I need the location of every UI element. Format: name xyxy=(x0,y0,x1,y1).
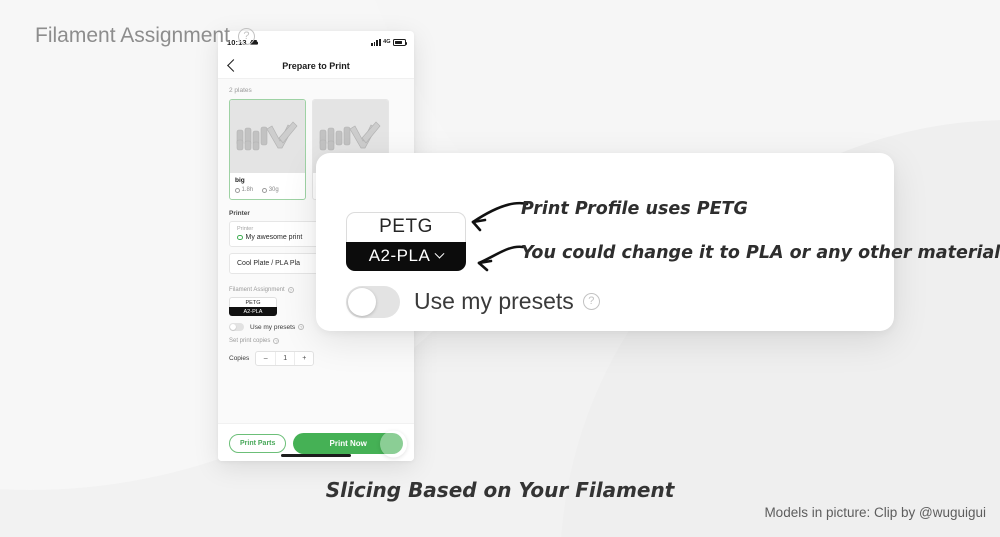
set-print-copies-label-row: Set print copies ? xyxy=(218,331,414,348)
overlay-title-row: Filament Assignment ? xyxy=(35,24,255,48)
copies-stepper[interactable]: – 1 + xyxy=(255,351,315,366)
question-mark-icon[interactable]: ? xyxy=(582,293,600,310)
filament-chip-bottom[interactable]: A2-PLA xyxy=(229,307,277,316)
model-credit: Models in picture: Clip by @wuguigui xyxy=(764,505,986,520)
use-my-presets-label: Use my presets xyxy=(250,323,296,331)
question-mark-icon[interactable]: ? xyxy=(273,338,280,344)
nav-bar: Prepare to Print xyxy=(218,53,414,79)
filament-assignment-label: Filament Assignment xyxy=(229,287,285,293)
overlay-filament-chip[interactable]: PETG A2-PLA xyxy=(346,212,466,271)
plate-weight-value: 30g xyxy=(268,187,279,193)
phone-action-bar: Print Parts Print Now xyxy=(218,423,414,461)
page-title: Prepare to Print xyxy=(282,60,350,71)
set-print-copies-label: Set print copies xyxy=(229,338,271,344)
plate-time-value: 1.8h xyxy=(241,187,254,193)
plate-weight: 30g xyxy=(262,187,279,193)
overlay-use-my-presets-label: Use my presets xyxy=(414,288,574,314)
question-mark-icon[interactable]: ? xyxy=(287,287,294,293)
chevron-down-icon xyxy=(434,248,445,259)
overlay-chip-bottom-label: A2-PLA xyxy=(368,246,431,265)
plate-stats: 1.8h 30g xyxy=(235,187,300,193)
plate-time: 1.8h xyxy=(235,187,253,193)
weight-icon xyxy=(262,187,268,193)
overlay-use-my-presets-toggle[interactable] xyxy=(346,286,400,318)
signal-bars-icon xyxy=(371,38,381,46)
copies-decrement-button[interactable]: – xyxy=(256,352,275,365)
question-mark-icon[interactable]: ? xyxy=(298,324,305,330)
clock-icon xyxy=(235,187,240,193)
print-now-button[interactable]: Print Now xyxy=(293,430,407,457)
use-my-presets-toggle[interactable] xyxy=(229,323,244,331)
battery-icon xyxy=(393,38,408,46)
plate-name: big xyxy=(235,177,245,184)
filament-chip[interactable]: PETG A2-PLA xyxy=(229,297,277,316)
plate-thumbnail xyxy=(230,100,305,173)
home-indicator xyxy=(281,454,351,457)
plate-meta: big 1.8h 30g xyxy=(230,173,305,199)
overlay-title: Filament Assignment xyxy=(35,24,230,47)
use-my-presets-text: Use my presets ? xyxy=(250,323,305,331)
filament-chip-top: PETG xyxy=(229,297,277,307)
slide-caption: Slicing Based on Your Filament xyxy=(325,478,675,502)
annotation-line-1: Print Profile uses PETG xyxy=(521,199,748,219)
status-bar-right: 4G xyxy=(371,38,408,46)
print-parts-button[interactable]: Print Parts xyxy=(229,434,287,453)
overlay-use-my-presets-row: Use my presets ? xyxy=(414,288,600,315)
printer-field-value: My awesome print xyxy=(245,234,303,241)
copies-increment-button[interactable]: + xyxy=(294,352,313,365)
print-now-label: Print Now xyxy=(329,439,367,448)
overlay-chip-bottom[interactable]: A2-PLA xyxy=(346,242,466,271)
question-mark-icon[interactable]: ? xyxy=(237,27,255,45)
copies-row: Copies – 1 + xyxy=(218,348,414,366)
cursor-highlight xyxy=(380,430,407,457)
screenshot-root: 10:13 4G Prepare to Print 2 plates big 1… xyxy=(0,0,1000,537)
copies-value[interactable]: 1 xyxy=(275,352,294,365)
plates-count-label: 2 plates xyxy=(229,87,252,94)
plate-card-1[interactable]: big 1.8h 30g xyxy=(229,99,306,200)
status-dot-icon xyxy=(237,234,243,241)
overlay-chip-top: PETG xyxy=(346,212,466,242)
annotation-line-2: You could change it to PLA or any other … xyxy=(521,243,1000,263)
network-label: 4G xyxy=(383,39,391,45)
copies-label: Copies xyxy=(229,355,250,362)
